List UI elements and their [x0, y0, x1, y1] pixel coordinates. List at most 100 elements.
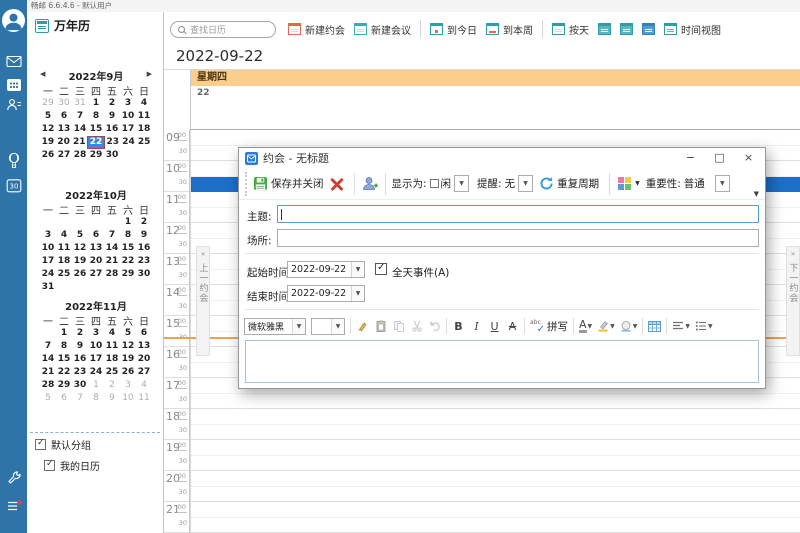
copy-icon[interactable]: [392, 318, 405, 334]
reminder-dropdown[interactable]: ▼: [518, 175, 533, 192]
day-header-band[interactable]: 星期四: [190, 70, 800, 86]
settings-wrench-icon[interactable]: [0, 470, 27, 486]
mini-day[interactable]: 24: [121, 136, 137, 149]
contacts-icon[interactable]: [0, 97, 27, 112]
mini-day[interactable]: 12: [120, 340, 136, 353]
all-day-checkbox[interactable]: [375, 263, 387, 275]
importance-dropdown[interactable]: ▼: [715, 175, 730, 192]
mini-day[interactable]: 10: [88, 340, 104, 353]
mini-day[interactable]: 20: [136, 353, 152, 366]
mini-day[interactable]: 10: [120, 110, 136, 123]
mini-day[interactable]: 6: [136, 327, 152, 340]
mini-day[interactable]: 24: [88, 366, 104, 379]
mini-day[interactable]: 28: [40, 379, 56, 392]
recurrence-button[interactable]: 重复周期: [539, 176, 599, 191]
mini-day[interactable]: 29: [120, 268, 136, 281]
chevron-down-icon[interactable]: ▼: [685, 323, 690, 330]
new-meeting-button[interactable]: 新建会议: [354, 22, 411, 37]
fill-color-button[interactable]: ▼: [620, 318, 638, 334]
mini-day[interactable]: 21: [71, 136, 87, 149]
go-today-button[interactable]: 到今日: [430, 22, 477, 37]
mini-day[interactable]: 25: [136, 136, 152, 149]
mini-day[interactable]: 28: [104, 268, 120, 281]
strikethrough-button[interactable]: A: [506, 318, 519, 334]
perpetual-calendar-icon[interactable]: 30: [0, 178, 27, 193]
mini-day[interactable]: 18: [56, 255, 72, 268]
mini-day[interactable]: 18: [136, 123, 152, 136]
mini-day[interactable]: 1: [88, 97, 104, 110]
mini-day[interactable]: 30: [72, 379, 88, 392]
mini-day[interactable]: 7: [72, 392, 88, 405]
next-appointment-tab[interactable]: » 下一约会: [786, 246, 800, 356]
mini-day[interactable]: 19: [120, 353, 136, 366]
font-color-button[interactable]: A▼: [579, 318, 592, 334]
search-calendar-input[interactable]: 查找日历: [170, 21, 276, 38]
chevron-down-icon[interactable]: ▼: [351, 262, 364, 277]
balloon-icon[interactable]: [0, 152, 27, 169]
mini-day[interactable]: 3: [120, 379, 136, 392]
time-slot-row[interactable]: [191, 471, 800, 502]
end-date-combo[interactable]: 2022-09-22▼: [287, 285, 365, 302]
mini-day[interactable]: 21: [104, 255, 120, 268]
mini-day[interactable]: 19: [40, 136, 56, 149]
mini-day[interactable]: 31: [40, 281, 56, 294]
mini-day[interactable]: 11: [136, 110, 152, 123]
start-date-combo[interactable]: 2022-09-22▼: [287, 261, 365, 278]
mini-day[interactable]: 10: [120, 392, 136, 405]
mini-day[interactable]: 29: [56, 379, 72, 392]
mini-day[interactable]: 11: [104, 340, 120, 353]
chevron-down-icon[interactable]: ▼: [292, 319, 305, 334]
mini-day[interactable]: 27: [88, 268, 104, 281]
undo-icon[interactable]: [428, 318, 441, 334]
location-input[interactable]: [277, 229, 759, 247]
mini-day[interactable]: 29: [40, 97, 56, 110]
mini-day[interactable]: 23: [136, 255, 152, 268]
invite-attendees-button[interactable]: [361, 175, 379, 192]
mini-day[interactable]: 2: [136, 216, 152, 229]
list-button[interactable]: ▼: [695, 318, 713, 334]
week-view-button[interactable]: [620, 23, 633, 35]
mini-day[interactable]: 8: [56, 340, 72, 353]
mini-day[interactable]: 25: [104, 366, 120, 379]
mini-day[interactable]: 9: [136, 229, 152, 242]
mini-day[interactable]: 1: [88, 379, 104, 392]
mini-day[interactable]: 31: [72, 97, 88, 110]
mini-day[interactable]: 8: [88, 110, 104, 123]
categories-dropdown[interactable]: ▼: [635, 180, 640, 187]
group-default-checkbox[interactable]: [35, 439, 46, 450]
mini-day[interactable]: 15: [120, 242, 136, 255]
paste-icon[interactable]: [374, 318, 387, 334]
mini-day[interactable]: 11: [136, 392, 152, 405]
font-size-combo[interactable]: ▼: [311, 318, 345, 335]
spell-check-button[interactable]: abc✓拼写: [530, 319, 568, 334]
work-week-view-button[interactable]: [598, 23, 611, 35]
mini-day[interactable]: 5: [40, 392, 56, 405]
mini-day[interactable]: 2: [104, 379, 120, 392]
mini-day[interactable]: 4: [136, 379, 152, 392]
chevron-down-icon[interactable]: ▼: [351, 286, 364, 301]
mini-day[interactable]: 6: [88, 229, 104, 242]
underline-button[interactable]: U: [488, 318, 501, 334]
chevron-down-icon[interactable]: ▼: [331, 319, 344, 334]
delete-button[interactable]: [330, 177, 344, 191]
time-slot-row[interactable]: [191, 502, 800, 533]
mini-day[interactable]: 23: [105, 136, 121, 149]
mini-day[interactable]: 26: [40, 149, 56, 162]
time-slot-row[interactable]: [191, 440, 800, 471]
mini-day[interactable]: 7: [104, 229, 120, 242]
mini-day[interactable]: 18: [104, 353, 120, 366]
mini-day[interactable]: 17: [88, 353, 104, 366]
mini-day[interactable]: 23: [72, 366, 88, 379]
font-family-combo[interactable]: 微软雅黑▼: [244, 318, 306, 335]
bold-button[interactable]: B: [452, 318, 465, 334]
subject-input[interactable]: [277, 205, 759, 223]
group-default[interactable]: 默认分组: [35, 437, 91, 452]
chevron-down-icon[interactable]: ▼: [633, 323, 638, 330]
mini-day[interactable]: 3: [88, 327, 104, 340]
time-slot-row[interactable]: [191, 409, 800, 440]
mini-day[interactable]: 30: [136, 268, 152, 281]
new-appointment-button[interactable]: 新建约会: [288, 22, 345, 37]
mini-day[interactable]: 4: [136, 97, 152, 110]
user-avatar[interactable]: [2, 9, 25, 32]
mini-day[interactable]: 25: [56, 268, 72, 281]
